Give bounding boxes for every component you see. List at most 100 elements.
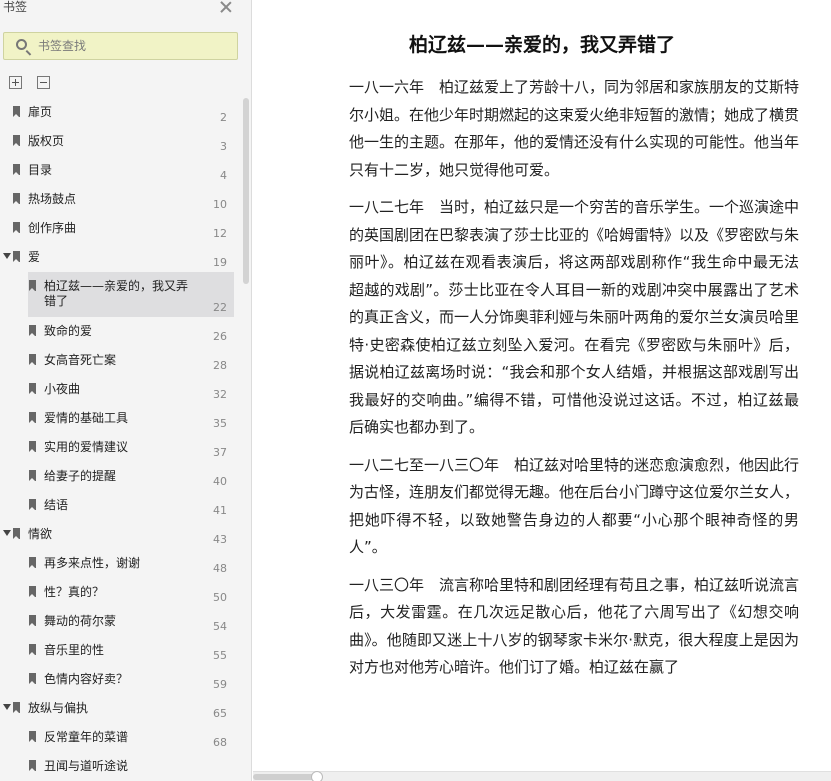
bookmark-item[interactable]: 给妻子的提醒 40 [0,462,241,491]
bookmark-item[interactable]: 创作序曲 12 [0,214,241,243]
horizontal-scrollbar[interactable] [253,771,831,781]
bookmark-list: 扉页 2 版权页 3 目录 4 热场鼓点 10 创作序曲 12 爱 19 柏辽兹——亲爱的，我又弄错了 2… [0,98,241,781]
bookmark-page-number: 26 [213,330,227,343]
bookmark-label: 情欲 [28,527,53,541]
close-icon[interactable] [219,0,233,14]
bookmark-label: 小夜曲 [44,382,81,396]
bookmark-group[interactable]: 放纵与偏执 65 [0,694,241,723]
bookmark-page-number: 43 [213,533,227,546]
bookmark-label: 女高音死亡案 [44,353,117,367]
page-title: 柏辽兹——亲爱的，我又弄错了 [408,34,675,56]
bookmark-flag-icon [13,164,20,175]
bookmark-item[interactable]: 女高音死亡案 28 [0,346,241,375]
collapse-all-icon[interactable] [37,76,50,89]
bookmark-page-number: 2 [220,111,227,124]
search-icon [16,39,27,50]
bookmark-label: 实用的爱情建议 [44,440,129,454]
sidebar-scrollbar[interactable] [241,98,251,781]
bookmark-item[interactable]: 音乐里的性 55 [0,636,241,665]
bookmark-label: 版权页 [28,134,65,148]
bookmark-group[interactable]: 爱 19 [0,243,241,272]
bookmark-page-number: 54 [213,620,227,633]
bookmark-item[interactable]: 色情内容好卖？ 59 [0,665,241,694]
bookmark-item[interactable]: 柏辽兹——亲爱的，我又弄错了 22 [28,272,234,317]
document-paragraph: 一八一六年 柏辽兹爱上了芳龄十八，同为邻居和家族朋友的艾斯特尔小姐。在他少年时期… [349,78,800,179]
bookmark-flag-icon [13,702,20,713]
bookmark-item[interactable]: 舞动的荷尔蒙 54 [0,607,241,636]
document-paragraph: 一八三〇年 流言称哈里特和剧团经理有苟且之事，柏辽兹听说流言后，大发雷霆。在几次… [349,575,800,677]
bookmark-search-box[interactable] [3,32,238,60]
bookmark-flag-icon [29,644,36,655]
bookmark-label: 目录 [28,163,53,177]
bookmark-label: 性？真的？ [44,585,105,599]
bookmark-item[interactable]: 再多来点性，谢谢 48 [0,549,241,578]
sidebar-scroll-thumb[interactable] [243,98,249,284]
bookmark-flag-icon [29,586,36,597]
bookmark-search-input[interactable] [38,37,228,55]
bookmark-flag-icon [29,760,36,771]
bookmark-item[interactable]: 版权页 3 [0,127,241,156]
bookmark-label: 反常童年的菜谱 [44,730,129,744]
bookmark-page-number: 59 [213,678,227,691]
document-paragraph: 一八二七至一八三〇年 柏辽兹对哈里特的迷恋愈演愈烈，他因此行为古怪，连朋友们都觉… [349,455,800,557]
bookmark-sidebar: 书签 扉页 2 版权页 3 目录 4 热场鼓点 10 创作序曲 12 爱 19 柏辽兹——亲爱的，我又弄… [0,0,252,781]
bookmark-flag-icon [29,354,36,365]
bookmark-page-number: 10 [213,198,227,211]
bookmark-flag-icon [13,135,20,146]
bookmark-flag-icon [29,731,36,742]
horizontal-scroll-handle[interactable] [311,771,323,781]
bookmark-page-number: 28 [213,359,227,372]
bookmark-item[interactable]: 扉页 2 [0,98,241,127]
bookmark-item[interactable]: 性？真的？ 50 [0,578,241,607]
bookmark-flag-icon [29,280,36,291]
bookmark-flag-icon [29,615,36,626]
bookmark-flag-icon [13,193,20,204]
bookmark-page-number: 48 [213,562,227,575]
document-view: 柏辽兹——亲爱的，我又弄错了 一八一六年 柏辽兹爱上了芳龄十八，同为邻居和家族朋… [253,0,831,781]
bookmark-flag-icon [29,557,36,568]
bookmark-label: 扉页 [28,105,53,119]
bookmark-flag-icon [29,441,36,452]
bookmark-page-number: 12 [213,227,227,240]
sidebar-header: 书签 [0,0,251,18]
caret-down-icon[interactable] [3,530,11,536]
bookmark-item[interactable]: 丑闻与道听途说 [0,752,241,781]
bookmark-item[interactable]: 目录 4 [0,156,241,185]
bookmark-label: 舞动的荷尔蒙 [44,614,117,628]
bookmark-page-number: 68 [213,736,227,749]
caret-down-icon[interactable] [3,253,11,259]
sidebar-title: 书签 [3,0,28,14]
bookmark-page-number: 35 [213,417,227,430]
bookmark-label: 爱情的基础工具 [44,411,129,425]
bookmark-page-number: 40 [213,475,227,488]
bookmark-flag-icon [13,106,20,117]
bookmark-label: 结语 [44,498,69,512]
bookmark-label: 创作序曲 [28,221,77,235]
bookmark-flag-icon [29,383,36,394]
bookmark-label: 爱 [28,250,41,264]
bookmark-flag-icon [29,412,36,423]
bookmark-flag-icon [29,325,36,336]
bookmark-item[interactable]: 热场鼓点 10 [0,185,241,214]
bookmark-label: 音乐里的性 [44,643,105,657]
bookmark-item[interactable]: 致命的爱 26 [0,317,241,346]
bookmark-item[interactable]: 爱情的基础工具 35 [0,404,241,433]
bookmark-page-number: 19 [213,256,227,269]
caret-down-icon[interactable] [3,704,11,710]
bookmark-page-number: 50 [213,591,227,604]
bookmark-item[interactable]: 反常童年的菜谱 68 [0,723,241,752]
bookmark-label: 丑闻与道听途说 [44,759,129,773]
expand-all-icon[interactable] [9,76,22,89]
bookmark-label: 色情内容好卖？ [44,672,129,686]
bookmark-item[interactable]: 实用的爱情建议 37 [0,433,241,462]
bookmark-item[interactable]: 小夜曲 32 [0,375,241,404]
bookmark-flag-icon [29,499,36,510]
bookmark-group[interactable]: 情欲 43 [0,520,241,549]
bookmark-page-number: 4 [220,169,227,182]
bookmark-page-number: 41 [213,504,227,517]
document-paragraph: 一八二七年 当时，柏辽兹只是一个穷苦的音乐学生。一个巡演途中的英国剧团在巴黎表演… [349,198,800,436]
bookmark-label: 柏辽兹——亲爱的，我又弄错了 [44,279,189,308]
bookmark-page-number: 37 [213,446,227,459]
bookmark-item[interactable]: 结语 41 [0,491,241,520]
bookmark-page-number: 65 [213,707,227,720]
